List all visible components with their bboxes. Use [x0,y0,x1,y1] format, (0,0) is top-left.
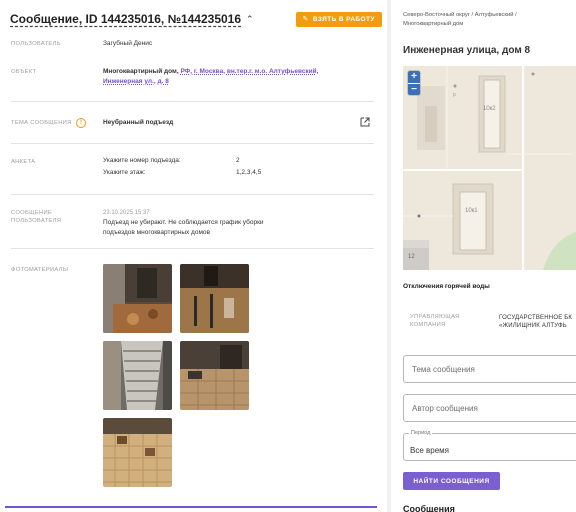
topic-value: Неубранный подъезд [103,119,174,126]
message-text-2: подъездов многоквартирных домов [103,229,210,236]
topic-filter-input[interactable]: Тема сообщения [403,355,576,383]
author-filter-placeholder: Автор сообщения [412,404,478,413]
author-filter-input[interactable]: Автор сообщения [403,394,576,422]
manager-label: УПРАВЛЯЮЩАЯ КОМПАНИЯ [410,313,460,329]
map-canvas [403,66,576,270]
question-floor-value: 1,2,3,4,5 [236,169,262,176]
divider [11,101,374,102]
form-row: АНКЕТА Укажите номер подъезда: 2 Укажите… [11,157,374,182]
user-label: ПОЛЬЗОВАТЕЛЬ [11,41,61,47]
object-address-link-1[interactable]: РФ, г. Москва, вн.тер.г. м.о. Алтуфьевск… [180,68,318,75]
photo-image [103,341,172,410]
open-external-icon[interactable] [360,117,370,127]
photo-image [180,264,249,333]
photo-image [103,418,172,487]
panel-scrollbar[interactable] [387,0,391,512]
chevron-up-icon[interactable]: ⌃ [246,14,254,25]
divider [11,194,374,195]
message-date: 23.10.2025 15:37 [103,210,150,216]
hot-water-outage-title: Отключения горячей воды [403,283,490,290]
question-entrance-label: Укажите номер подъезда: [103,157,181,164]
take-to-work-button[interactable]: ✎ ВЗЯТЬ В РАБОТУ [295,11,382,27]
manager-label-2: КОМПАНИЯ [410,322,446,328]
pencil-icon: ✎ [302,16,309,23]
object-address-link-2[interactable]: Инженерная ул., д. 8 [103,78,169,85]
warning-icon: ! [76,118,86,128]
map-building-label: 10к2 [483,106,496,112]
period-select[interactable]: Период Все время [403,430,576,461]
photo-image [180,341,249,410]
app-root: Сообщение, ID 144235016, №144235016 ⌃ ✎ … [0,0,576,512]
period-legend: Период [409,430,433,436]
place-title: Инженерная улица, дом 8 [403,45,531,56]
photo-thumbnail[interactable] [103,264,172,333]
topic-label: ТЕМА СООБЩЕНИЯ [11,120,72,126]
map-view[interactable]: + − 10к2 10к1 12 р [403,66,576,270]
topic-filter-placeholder: Тема сообщения [412,365,475,374]
message-label-2: ПОЛЬЗОВАТЕЛЯ [11,218,62,224]
topic-row: ТЕМА СООБЩЕНИЯ ! Неубранный подъезд [11,117,374,131]
divider [11,248,374,249]
object-label: ОБЪЕКТ [11,69,37,75]
accent-bar [5,506,377,508]
object-value: Многоквартирный дом, РФ, г. Москва, вн.т… [103,67,318,87]
breadcrumb: Северо-Восточный округ / Алтуфьевский / … [403,11,563,29]
message-header: Сообщение, ID 144235016, №144235016 ⌃ ✎ … [10,10,382,28]
map-building-label: 10к1 [465,208,478,214]
breadcrumb-line-2[interactable]: Многоквартирный дом [403,20,563,29]
photo-thumbnail[interactable] [180,341,249,410]
photo-thumbnail[interactable] [180,264,249,333]
question-floor-label: Укажите этаж: [103,169,146,176]
object-row: ОБЪЕКТ Многоквартирный дом, РФ, г. Москв… [11,68,374,92]
message-title[interactable]: Сообщение, ID 144235016, №144235016 [10,12,241,26]
message-text-1: Подъезд не убирают. Не соблюдается графи… [103,219,264,226]
map-house-number: 12 [408,254,415,260]
message-row: СООБЩЕНИЕ ПОЛЬЗОВАТЕЛЯ 23.10.2025 15:37 … [11,209,374,241]
message-label-1: СООБЩЕНИЕ [11,210,53,216]
map-zoom-control: + − [408,71,420,95]
question-entrance-value: 2 [236,157,240,164]
object-info-panel: Северо-Восточный округ / Алтуфьевский / … [393,0,576,512]
divider [11,143,374,144]
find-messages-button[interactable]: НАЙТИ СООБЩЕНИЯ [403,472,500,490]
user-value: Загубный Денис [103,40,153,47]
photo-image [103,264,172,333]
period-value: Все время [410,446,449,455]
zoom-in-button[interactable]: + [408,71,420,83]
manager-value: ГОСУДАРСТВЕННОЕ БК «ЖИЛИЩНИК АЛТУФЬ [499,314,572,330]
photo-thumbnail[interactable] [103,418,172,487]
message-detail-panel: Сообщение, ID 144235016, №144235016 ⌃ ✎ … [0,0,384,512]
manager-value-1: ГОСУДАРСТВЕННОЕ БК [499,315,573,321]
breadcrumb-line-1[interactable]: Северо-Восточный округ / Алтуфьевский / [403,11,563,20]
messages-heading: Сообщения [403,504,455,512]
manager-label-1: УПРАВЛЯЮЩАЯ [410,314,460,320]
zoom-out-button[interactable]: − [408,83,420,95]
take-to-work-label: ВЗЯТЬ В РАБОТУ [312,15,375,23]
form-label: АНКЕТА [11,159,36,165]
photos-label: ФОТОМАТЕРИАЛЫ [11,267,69,273]
map-poi-label: р [453,92,456,98]
object-type: Многоквартирный дом, [103,68,179,75]
photo-thumbnail[interactable] [103,341,172,410]
user-row: ПОЛЬЗОВАТЕЛЬ Загубный Денис [11,40,374,52]
manager-value-2: «ЖИЛИЩНИК АЛТУФЬ [499,323,567,329]
